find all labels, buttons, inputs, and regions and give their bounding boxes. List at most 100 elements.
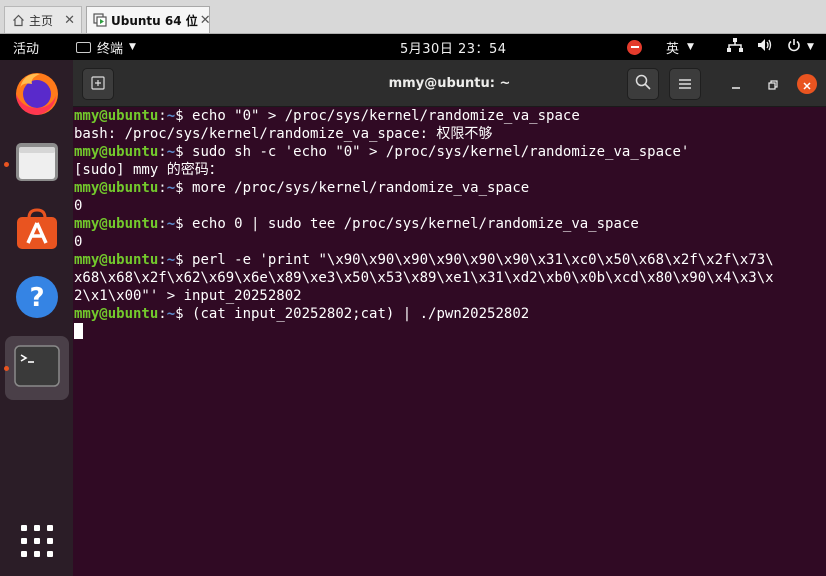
dock-software[interactable]	[5, 199, 69, 263]
search-icon	[635, 74, 651, 94]
prompt-path: ~	[166, 306, 176, 322]
network-icon	[727, 38, 743, 56]
terminal-icon	[76, 41, 91, 53]
command-text: sudo sh -c 'echo "0" > /proc/sys/kernel/…	[192, 144, 690, 160]
search-button[interactable]	[627, 68, 659, 100]
output-text: bash: /proc/sys/kernel/randomize_va_spac…	[74, 126, 493, 142]
vm-tab-label: 主页	[29, 13, 54, 28]
home-icon	[11, 13, 25, 27]
prompt-separator: :	[158, 306, 167, 322]
dock-firefox[interactable]	[5, 63, 69, 127]
app-name: 终端	[97, 41, 124, 57]
output-text: 0	[74, 234, 83, 250]
volume-icon	[757, 38, 773, 56]
output-text: 2\x1\x00"' > input_20252802	[74, 288, 302, 304]
terminal-prompt-line: mmy@ubuntu:~$ echo 0 | sudo tee /proc/sy…	[74, 215, 826, 233]
prompt-path: ~	[166, 180, 176, 196]
apps-grid-icon[interactable]	[21, 525, 53, 557]
dock-help[interactable]: ?	[5, 267, 69, 331]
prompt-symbol: $	[175, 108, 193, 124]
close-icon[interactable]: ✕	[64, 13, 75, 28]
terminal-output-line: x68\x68\x2f\x62\x69\x6e\x89\xe3\x50\x53\…	[74, 269, 826, 287]
prompt-user: mmy@ubuntu	[74, 216, 159, 232]
command-text: perl -e 'print "\x90\x90\x90\x90\x90\x90…	[192, 252, 774, 268]
minimize-icon	[731, 75, 741, 94]
terminal-output-line: [sudo] mmy 的密码：	[74, 161, 826, 179]
output-text: [sudo] mmy 的密码：	[74, 162, 223, 178]
terminal-window: mmy@ubuntu: ~ mmy@ubuntu:~$ echo "0" > /…	[73, 60, 826, 576]
vm-tab-label: Ubuntu 64 位	[111, 13, 198, 28]
terminal-header-bar: mmy@ubuntu: ~	[73, 60, 826, 107]
clock[interactable]: 5月30日 23：54	[400, 34, 507, 60]
prompt-separator: :	[158, 108, 167, 124]
terminal-prompt-line: mmy@ubuntu:~$ more /proc/sys/kernel/rand…	[74, 179, 826, 197]
system-tray[interactable]: ▼	[727, 34, 814, 60]
input-method-label: 英	[666, 41, 680, 57]
activities-button[interactable]: 活动	[13, 34, 39, 60]
terminal-icon	[14, 345, 60, 391]
prompt-separator: :	[158, 180, 167, 196]
vm-tab-home[interactable]: 主页 ✕	[4, 6, 82, 33]
terminal-cursor-line	[74, 323, 826, 341]
notification-indicator[interactable]	[627, 34, 642, 60]
terminal-output-line: bash: /proc/sys/kernel/randomize_va_spac…	[74, 125, 826, 143]
hamburger-menu-button[interactable]	[669, 68, 701, 100]
app-menu-button[interactable]: 终端 ▼	[76, 34, 136, 60]
chevron-down-icon: ▼	[807, 42, 814, 52]
gnome-top-bar: 活动 终端 ▼ 5月30日 23：54 英 ▼ ▼	[0, 34, 826, 60]
terminal-prompt-line: mmy@ubuntu:~$ echo "0" > /proc/sys/kerne…	[74, 107, 826, 125]
terminal-output[interactable]: mmy@ubuntu:~$ echo "0" > /proc/sys/kerne…	[74, 107, 826, 576]
text-cursor	[74, 323, 83, 339]
prompt-symbol: $	[175, 306, 193, 322]
command-text: (cat input_20252802;cat) | ./pwn20252802	[192, 306, 530, 322]
terminal-output-line: 2\x1\x00"' > input_20252802	[74, 287, 826, 305]
close-button[interactable]	[797, 74, 817, 94]
terminal-prompt-line: mmy@ubuntu:~$ sudo sh -c 'echo "0" > /pr…	[74, 143, 826, 161]
prompt-path: ~	[166, 144, 176, 160]
prompt-user: mmy@ubuntu	[74, 108, 159, 124]
prompt-separator: :	[158, 252, 167, 268]
dock-terminal[interactable]	[5, 336, 69, 400]
close-icon[interactable]: ✕	[200, 13, 211, 28]
command-text: echo "0" > /proc/sys/kernel/randomize_va…	[192, 108, 580, 124]
window-title: mmy@ubuntu: ~	[388, 76, 511, 91]
firefox-icon	[12, 68, 62, 122]
software-icon	[14, 206, 60, 256]
prompt-symbol: $	[175, 216, 193, 232]
chevron-down-icon: ▼	[129, 42, 136, 52]
terminal-output-line: 0	[74, 233, 826, 251]
minimize-button[interactable]	[726, 74, 746, 94]
power-icon	[787, 38, 801, 56]
output-text: x68\x68\x2f\x62\x69\x6e\x89\xe3\x50\x53\…	[74, 270, 774, 286]
chevron-down-icon: ▼	[687, 42, 694, 52]
terminal-prompt-line: mmy@ubuntu:~$ perl -e 'print "\x90\x90\x…	[74, 251, 826, 269]
running-indicator	[4, 162, 9, 167]
restore-icon	[768, 75, 778, 94]
vm-tab-strip: 主页 ✕ Ubuntu 64 位 ✕	[0, 0, 826, 34]
vm-play-icon	[93, 13, 107, 27]
command-text: echo 0 | sudo tee /proc/sys/kernel/rando…	[192, 216, 639, 232]
close-icon	[803, 75, 811, 94]
prompt-user: mmy@ubuntu	[74, 252, 159, 268]
dock-files[interactable]	[5, 132, 69, 196]
prompt-user: mmy@ubuntu	[74, 306, 159, 322]
svg-text:?: ?	[29, 283, 44, 313]
output-text: 0	[74, 198, 83, 214]
input-method-selector[interactable]: 英 ▼	[666, 34, 694, 60]
prompt-path: ~	[166, 216, 176, 232]
prompt-path: ~	[166, 108, 176, 124]
prompt-symbol: $	[175, 180, 193, 196]
dock: ?	[0, 60, 73, 576]
terminal-prompt-line: mmy@ubuntu:~$ (cat input_20252802;cat) |…	[74, 305, 826, 323]
prompt-user: mmy@ubuntu	[74, 144, 159, 160]
maximize-button[interactable]	[763, 74, 783, 94]
command-text: more /proc/sys/kernel/randomize_va_space	[192, 180, 530, 196]
prompt-path: ~	[166, 252, 176, 268]
prompt-symbol: $	[175, 144, 193, 160]
help-icon: ?	[14, 274, 60, 324]
no-entry-icon	[627, 39, 642, 55]
prompt-separator: :	[158, 144, 167, 160]
terminal-output-line: 0	[74, 197, 826, 215]
vm-tab-ubuntu[interactable]: Ubuntu 64 位 ✕	[86, 6, 211, 33]
files-icon	[14, 139, 60, 189]
